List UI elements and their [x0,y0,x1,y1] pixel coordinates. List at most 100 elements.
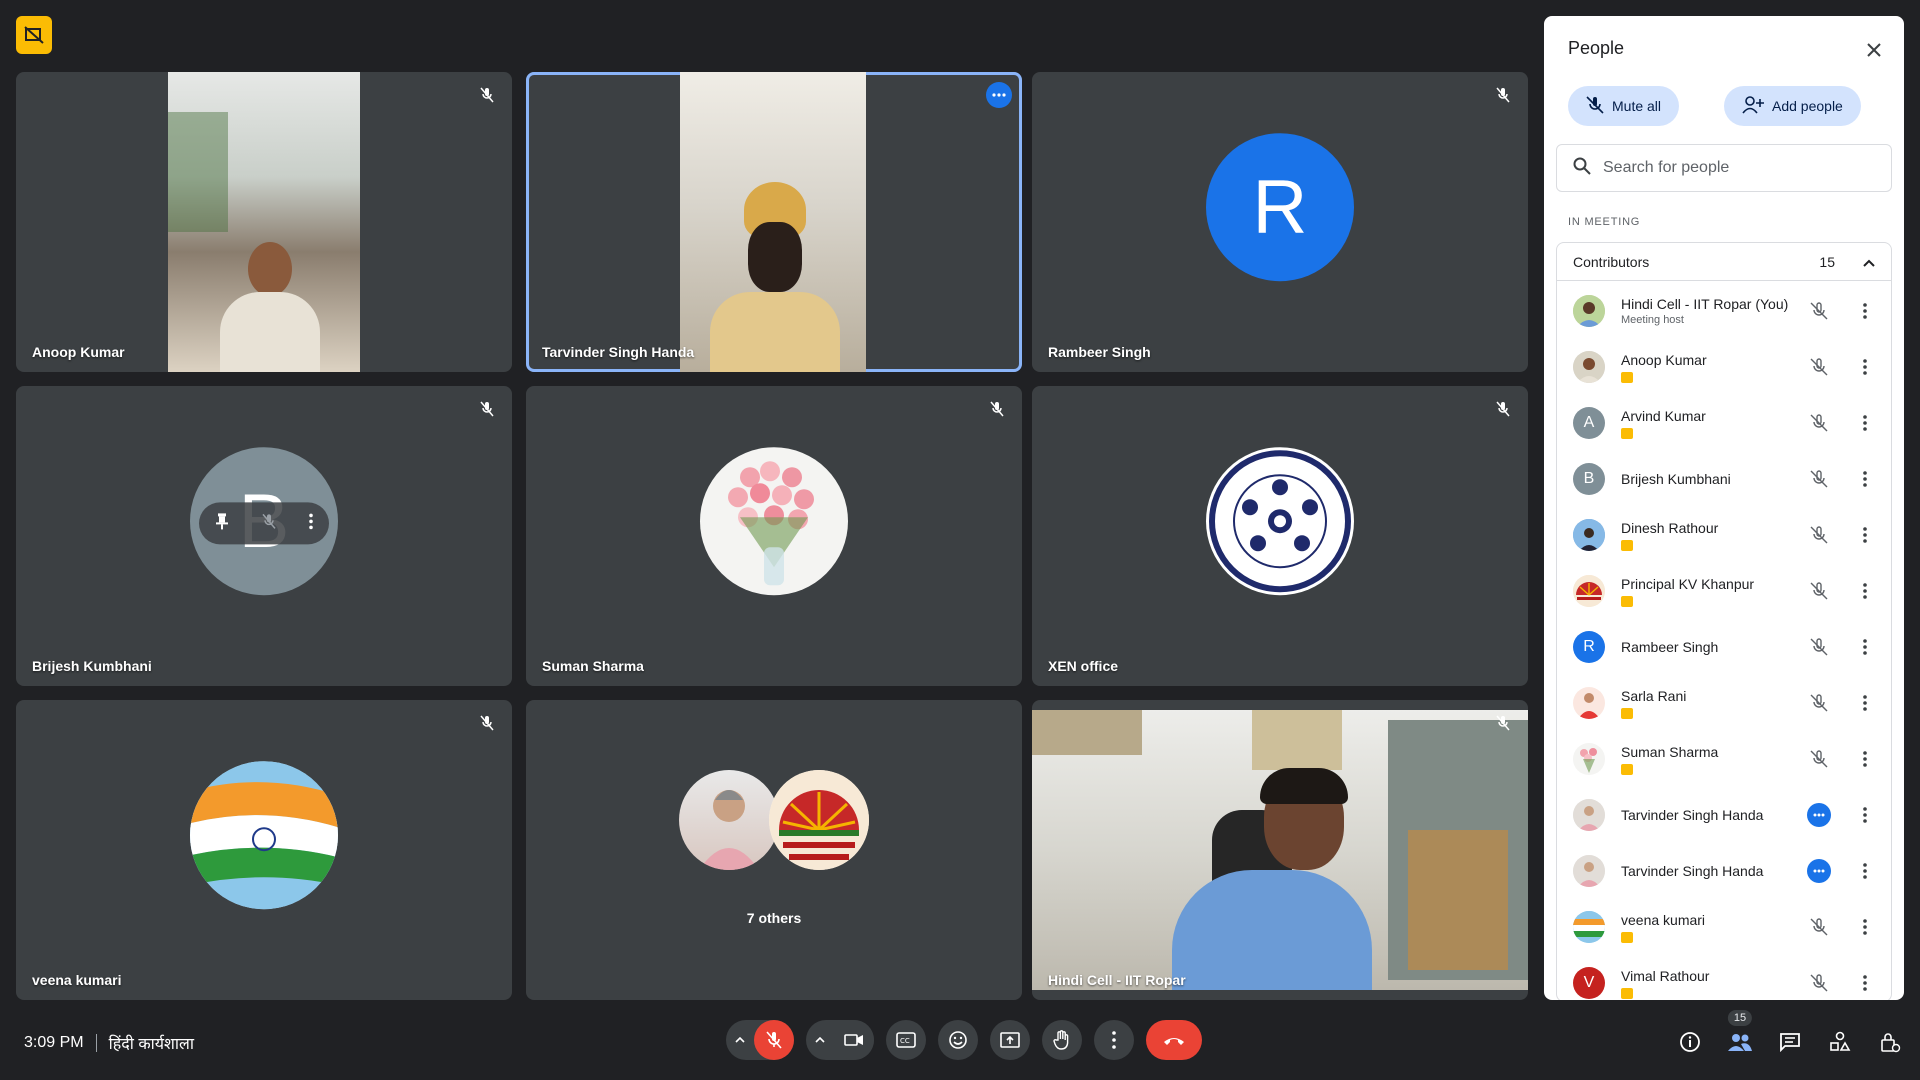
captions-button[interactable]: CC [886,1020,926,1060]
search-input[interactable] [1603,159,1863,177]
more-options-icon[interactable] [1853,579,1877,603]
avatar [1573,855,1605,887]
participant-row[interactable]: Principal KV Khanpur [1557,563,1891,619]
activities-icon[interactable] [1822,1024,1858,1060]
mic-off-icon[interactable] [1807,635,1831,659]
participant-name: Suman Sharma [542,658,644,674]
microphone-toggle-button[interactable] [754,1020,794,1060]
more-options-icon[interactable] [1853,971,1877,995]
call-controls: CC [726,1020,1202,1060]
more-options-button[interactable] [1094,1020,1134,1060]
tile-veena-kumari[interactable]: veena kumari [16,700,512,1000]
tile-tarvinder-singh-handa[interactable]: Tarvinder Singh Handa [526,72,1022,372]
participant-row[interactable]: Sarla Rani [1557,675,1891,731]
participant-row[interactable]: Suman Sharma [1557,731,1891,787]
more-options-icon[interactable] [1853,691,1877,715]
mic-off-icon[interactable] [1807,467,1831,491]
more-options-icon[interactable] [1853,747,1877,771]
more-options-icon[interactable] [1853,355,1877,379]
presenting-indicator-icon [1621,595,1633,607]
mic-off-icon[interactable] [1807,747,1831,771]
tile-xen-office[interactable]: XEN office [1032,386,1528,686]
participant-name: Suman Sharma [1621,743,1719,760]
pin-icon[interactable] [215,512,229,535]
tile-brijesh-kumbhani[interactable]: B Brijesh Kumbhani [16,386,512,686]
meeting-details-icon[interactable] [1672,1024,1708,1060]
chat-icon[interactable] [1772,1024,1808,1060]
more-options-icon[interactable] [1853,803,1877,827]
chevron-up-icon[interactable] [1863,254,1875,270]
host-controls-icon[interactable] [1872,1024,1908,1060]
more-options-icon[interactable] [1853,859,1877,883]
video-feed [680,72,866,372]
tile-rambeer-singh[interactable]: R Rambeer Singh [1032,72,1528,372]
leave-call-button[interactable] [1146,1020,1202,1060]
participant-row[interactable]: Dinesh Rathour [1557,507,1891,563]
tile-anoop-kumar[interactable]: Anoop Kumar [16,72,512,372]
audio-options-chevron-icon[interactable] [726,1020,754,1060]
contributors-label: Contributors [1573,253,1650,270]
more-options-icon[interactable] [308,513,313,534]
avatar [1573,575,1605,607]
meeting-title: हिंदी कार्यशाला [108,1036,195,1053]
participant-row[interactable]: R Rambeer Singh [1557,619,1891,675]
mic-off-icon[interactable] [1807,523,1831,547]
contributors-count: 15 [1819,253,1835,270]
contributors-section: Contributors 15 Hindi Cell - IIT Ropar (… [1556,242,1892,1000]
mic-off-icon[interactable] [1807,579,1831,603]
present-screen-button[interactable] [990,1020,1030,1060]
avatar [1573,519,1605,551]
participant-row[interactable]: Tarvinder Singh Handa [1557,787,1891,843]
contributors-header[interactable]: Contributors 15 [1557,243,1891,281]
mic-off-icon[interactable] [1807,971,1831,995]
tile-suman-sharma[interactable]: Suman Sharma [526,386,1022,686]
add-people-button[interactable]: Add people [1724,86,1861,126]
audio-control-group [726,1020,794,1060]
video-options-chevron-icon[interactable] [806,1020,834,1060]
mic-off-icon[interactable] [1807,355,1831,379]
more-options-icon[interactable] [1853,523,1877,547]
section-label: IN MEETING [1568,216,1641,228]
mic-off-icon[interactable] [1807,411,1831,435]
video-feed [1032,710,1528,990]
search-box [1556,144,1892,192]
people-icon[interactable]: 15 [1722,1010,1758,1060]
search-icon [1573,157,1591,180]
avatar [190,761,338,910]
more-options-icon[interactable] [986,82,1012,108]
participant-info: Tarvinder Singh Handa [1621,863,1891,879]
participant-row[interactable]: B Brijesh Kumbhani [1557,451,1891,507]
participant-row[interactable]: Anoop Kumar [1557,339,1891,395]
more-options-icon[interactable] [1853,467,1877,491]
tile-others[interactable]: 7 others [526,700,1022,1000]
participant-row[interactable]: Hindi Cell - IIT Ropar (You) Meeting hos… [1557,283,1891,339]
reactions-button[interactable] [938,1020,978,1060]
mic-off-icon [1492,84,1514,106]
participant-row[interactable]: Tarvinder Singh Handa [1557,843,1891,899]
participant-grid: Anoop Kumar Tarvinder Singh Handa R Ramb… [16,72,1528,1000]
mute-all-label: Mute all [1612,98,1662,114]
more-options-icon[interactable] [1853,411,1877,435]
avatar [700,447,848,596]
presenting-indicator-icon [1621,931,1633,943]
participant-name: Anoop Kumar [1621,351,1707,368]
people-count-badge: 15 [1727,1010,1753,1026]
participant-row[interactable]: veena kumari [1557,899,1891,955]
more-options-icon[interactable] [1853,299,1877,323]
raise-hand-button[interactable] [1042,1020,1082,1060]
more-options-icon[interactable] [1853,915,1877,939]
mute-all-button[interactable]: Mute all [1568,86,1680,126]
mic-off-icon[interactable] [1807,299,1831,323]
more-options-icon[interactable] [1853,635,1877,659]
mic-off-icon[interactable] [1807,915,1831,939]
mic-off-icon [1492,398,1514,420]
participant-row[interactable]: A Arvind Kumar [1557,395,1891,451]
participant-row[interactable]: V Vimal Rathour [1557,955,1891,1000]
mic-off-icon[interactable] [1807,691,1831,715]
mic-off-icon [1586,95,1604,117]
tile-hindi-cell-iit-ropar[interactable]: Hindi Cell - IIT Ropar [1032,700,1528,1000]
close-icon[interactable] [1860,36,1888,64]
camera-toggle-button[interactable] [834,1020,874,1060]
mute-participant-icon[interactable] [262,513,276,534]
recording-indicator-icon[interactable] [16,16,52,54]
